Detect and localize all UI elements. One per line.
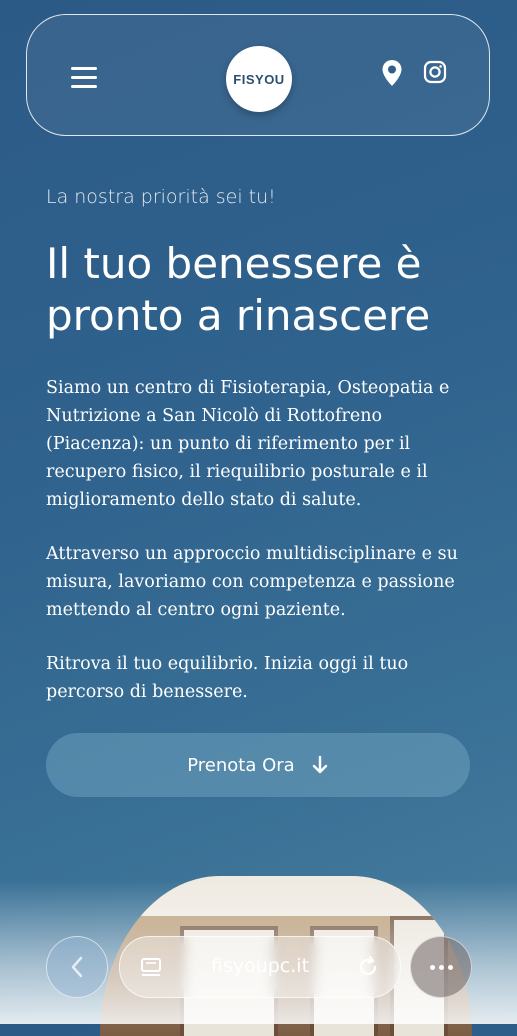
back-chevron-icon	[71, 956, 83, 978]
logo-text: FISYOU	[233, 71, 285, 87]
instagram-icon[interactable]	[423, 60, 447, 84]
book-now-label: Prenota Ora	[187, 754, 295, 776]
site-header: FISYOU	[26, 14, 490, 136]
menu-icon[interactable]	[71, 67, 97, 89]
location-pin-icon[interactable]	[381, 59, 403, 87]
arrow-down-icon	[312, 755, 327, 774]
hero-paragraph-2: Attraverso un approccio multidisciplinar…	[46, 544, 458, 620]
more-dots-icon	[429, 964, 453, 970]
hero-headline: Il tuo benessere è pronto a rinascere	[46, 239, 431, 340]
book-now-button[interactable]: Prenota Ora	[46, 733, 470, 797]
browser-more-button[interactable]	[410, 936, 472, 998]
browser-back-button[interactable]	[46, 936, 108, 998]
hero-eyebrow: La nostra priorità sei tu!	[46, 186, 276, 208]
hero-paragraph-3: Ritrova il tuo equilibrio. Inizia oggi i…	[46, 654, 409, 702]
fisyou-logo[interactable]: FISYOU	[226, 46, 292, 112]
reload-icon[interactable]	[356, 955, 380, 979]
hero-paragraph-1: Siamo un centro di Fisioterapia, Osteopa…	[46, 378, 450, 510]
browser-address-bar[interactable]: fisyoupc.it	[119, 936, 401, 998]
